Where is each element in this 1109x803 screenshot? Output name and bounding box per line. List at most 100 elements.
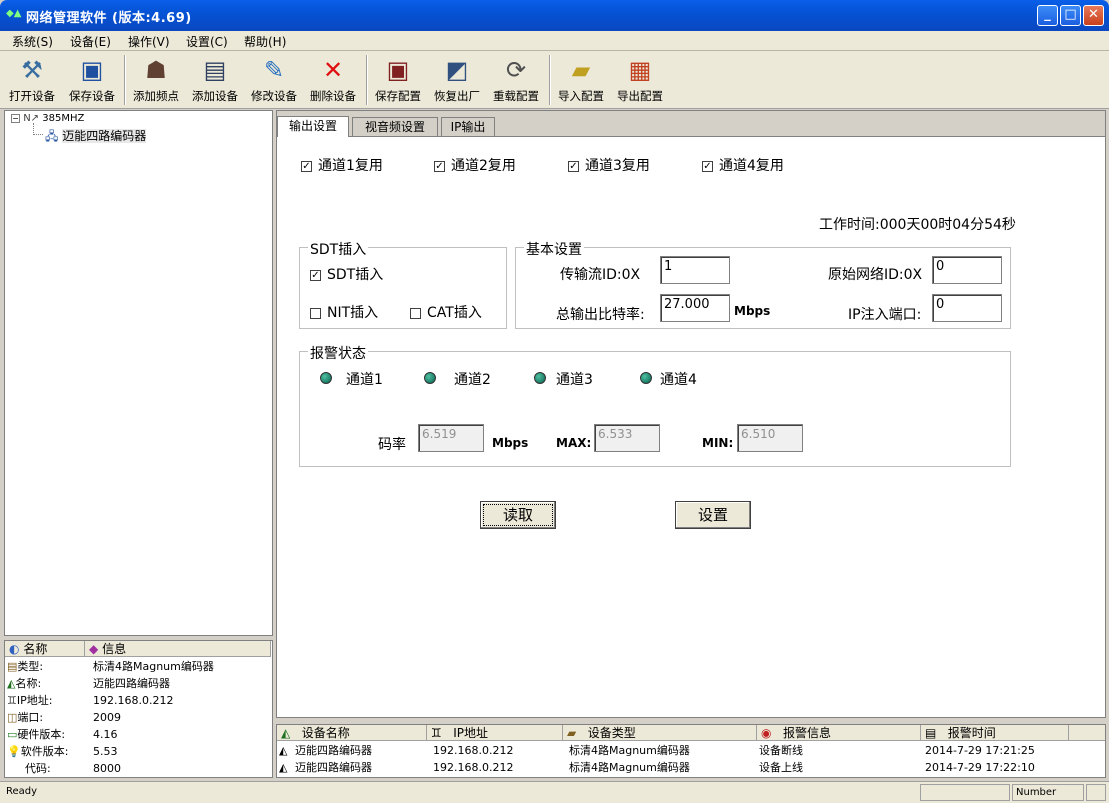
- sdt-insert-checkbox[interactable]: ✓ SDT插入: [310, 264, 383, 284]
- tree-node-device[interactable]: 🖧 迈能四路编码器: [45, 127, 147, 148]
- channel2-status-icon: [424, 372, 436, 384]
- channel3-mux-checkbox[interactable]: ✓ 通道3复用: [568, 155, 650, 175]
- channel1-status-icon: [320, 372, 332, 384]
- nit-insert-checkbox[interactable]: NIT插入: [310, 302, 378, 322]
- work-time: 工作时间:000天00时04分54秒: [819, 217, 1016, 233]
- tree-node-frequency[interactable]: − N↗ 385MHZ: [11, 113, 84, 124]
- delete-device-button[interactable]: ✕ 删除设备: [305, 55, 361, 105]
- info-row-hw: ▭硬件版本: 4.16: [7, 728, 118, 741]
- log-header-time[interactable]: ▤ 报警时间: [921, 725, 1069, 741]
- menu-help[interactable]: 帮助(H): [244, 33, 286, 50]
- min-bitrate-readout: 6.510: [737, 424, 803, 452]
- minimize-button[interactable]: _: [1037, 5, 1058, 26]
- device-tree: − N↗ 385MHZ 🖧 迈能四路编码器: [4, 110, 273, 636]
- menu-system[interactable]: 系统(S): [12, 33, 53, 50]
- hardware-icon: ▭: [7, 728, 18, 741]
- reload-config-button[interactable]: ⟳ 重载配置: [488, 55, 544, 105]
- set-button[interactable]: 设置: [675, 501, 751, 529]
- reload-config-icon: ⟳: [505, 56, 527, 84]
- open-device-button[interactable]: ⚒ 打开设备: [4, 55, 60, 105]
- time-col-icon: ▤: [925, 726, 937, 740]
- log-header-alarm[interactable]: ◉ 报警信息: [757, 725, 921, 741]
- sdt-group: SDT插入 ✓ SDT插入 NIT插入 CAT插入: [299, 239, 507, 329]
- log-header-ip[interactable]: ♊ IP地址: [427, 725, 563, 741]
- tab-ip-output[interactable]: IP输出: [441, 117, 495, 136]
- save-config-icon: ▣: [386, 56, 410, 84]
- info-row-port: ◫端口: 2009: [7, 711, 121, 724]
- read-button[interactable]: 读取: [480, 501, 556, 529]
- factory-reset-button[interactable]: ◩ 恢复出厂: [429, 55, 485, 105]
- software-icon: 💡: [7, 745, 21, 758]
- edit-device-button[interactable]: ✎ 修改设备: [246, 55, 302, 105]
- delete-device-icon: ✕: [322, 56, 344, 84]
- channel1-mux-checkbox[interactable]: ✓ 通道1复用: [301, 155, 383, 175]
- ts-id-input[interactable]: 1: [660, 256, 730, 284]
- menu-device[interactable]: 设备(E): [70, 33, 111, 50]
- app-icon: ◆▲: [6, 8, 22, 19]
- info-row-sw: 💡软件版本: 5.53: [7, 745, 118, 758]
- info-row-ip: ♊IP地址: 192.168.0.212: [7, 694, 174, 707]
- table-row[interactable]: ◭ 迈能四路编码器 192.168.0.212 标清4路Magnum编码器 设备…: [279, 742, 1103, 759]
- max-bitrate-readout: 6.533: [594, 424, 660, 452]
- alarm-log-table: ◭ 设备名称 ♊ IP地址 ▰ 设备类型 ◉ 报警信息 ▤ 报警时间 ◭ 迈能四…: [276, 724, 1106, 778]
- total-bitrate-input[interactable]: 27.000: [660, 294, 730, 322]
- menu-settings[interactable]: 设置(C): [186, 33, 228, 50]
- device-col-icon: ◭: [281, 726, 291, 740]
- add-frequency-button[interactable]: ☗ 添加频点: [128, 55, 184, 105]
- menu-bar: 系统(S) 设备(E) 操作(V) 设置(C) 帮助(H): [0, 31, 1109, 51]
- output-settings-body: ✓ 通道1复用 ✓ 通道2复用 ✓ 通道3复用 ✓ 通道4复用 工作时间:000天00时…: [277, 136, 1105, 717]
- network-device-icon: 🖧: [45, 129, 59, 143]
- channel2-mux-checkbox[interactable]: ✓ 通道2复用: [434, 155, 516, 175]
- toolbar: ⚒ 打开设备 ▣ 保存设备 ☗ 添加频点 ▤ 添加设备 ✎ 修改设备 ✕ 删除设备 ▣ 保存配…: [0, 51, 1109, 109]
- original-network-id-input[interactable]: 0: [932, 256, 1002, 284]
- port-icon: ◫: [7, 711, 18, 724]
- collapse-icon[interactable]: −: [11, 114, 20, 123]
- alarm-status-group: 报警状态 通道1 通道2 通道3 通道4 码率 6.519 Mbps MAX: …: [299, 343, 1011, 467]
- tab-output-settings[interactable]: 输出设置: [277, 116, 349, 137]
- add-frequency-icon: ☗: [145, 56, 167, 84]
- factory-reset-icon: ◩: [445, 56, 469, 84]
- channel4-mux-checkbox[interactable]: ✓ 通道4复用: [702, 155, 784, 175]
- basic-settings-group: 基本设置 传输流ID:0X 1 原始网络ID:0X 0 总输出比特率: 27.0…: [515, 239, 1011, 329]
- ip-inject-port-input[interactable]: 0: [932, 294, 1002, 322]
- edit-device-icon: ✎: [263, 56, 285, 84]
- channel4-status-icon: [640, 372, 652, 384]
- info-row-type: ▤类型: 标清4路Magnum编码器: [7, 660, 214, 673]
- ip-icon: ♊: [7, 694, 17, 707]
- info-col-icon: ◆: [89, 642, 99, 656]
- import-config-icon: ▰: [571, 56, 591, 84]
- cat-insert-checkbox[interactable]: CAT插入: [410, 302, 482, 322]
- channel3-status-icon: [534, 372, 546, 384]
- window-title: 网络管理软件 (版本:4.69): [26, 11, 192, 26]
- settings-panel: 输出设置 视音频设置 IP输出 ✓ 通道1复用 ✓ 通道2复用 ✓ 通道3复用 ✓ 通道…: [276, 110, 1106, 718]
- check-icon: ✓: [434, 160, 445, 172]
- menu-operation[interactable]: 操作(V): [128, 33, 170, 50]
- info-header-info[interactable]: ◆ 信息: [85, 641, 271, 657]
- info-header-name[interactable]: ◐ 名称: [5, 641, 85, 657]
- save-config-button[interactable]: ▣ 保存配置: [370, 55, 426, 105]
- export-config-button[interactable]: ▦ 导出配置: [612, 55, 668, 105]
- title-bar[interactable]: ◆▲ 网络管理软件 (版本:4.69) _ □ ✕: [0, 0, 1109, 31]
- device-row-icon: ◭: [279, 761, 288, 774]
- info-row-code: 代码: 8000: [25, 762, 121, 775]
- type-col-icon: ▰: [567, 726, 577, 740]
- import-config-button[interactable]: ▰ 导入配置: [553, 55, 609, 105]
- maximize-button[interactable]: □: [1060, 5, 1081, 26]
- close-button[interactable]: ✕: [1083, 5, 1104, 26]
- ip-col-icon: ♊: [431, 726, 442, 740]
- status-number: Number: [1012, 784, 1084, 801]
- add-device-button[interactable]: ▤ 添加设备: [187, 55, 243, 105]
- info-row-name: ◭名称: 迈能四路编码器: [7, 677, 170, 690]
- add-device-icon: ▤: [203, 56, 227, 84]
- status-bar: Ready Number: [0, 781, 1109, 803]
- check-icon: ✓: [568, 160, 579, 172]
- log-header-type[interactable]: ▰ 设备类型: [563, 725, 757, 741]
- table-row[interactable]: ◭ 迈能四路编码器 192.168.0.212 标清4路Magnum编码器 设备…: [279, 759, 1103, 776]
- bitrate-readout: 6.519: [418, 424, 484, 452]
- save-device-icon: ▣: [80, 56, 104, 84]
- tab-av-settings[interactable]: 视音频设置: [352, 117, 438, 136]
- device-row-icon: ◭: [279, 744, 288, 757]
- log-header-device-name[interactable]: ◭ 设备名称: [277, 725, 427, 741]
- save-device-button[interactable]: ▣ 保存设备: [64, 55, 120, 105]
- export-config-icon: ▦: [628, 56, 652, 84]
